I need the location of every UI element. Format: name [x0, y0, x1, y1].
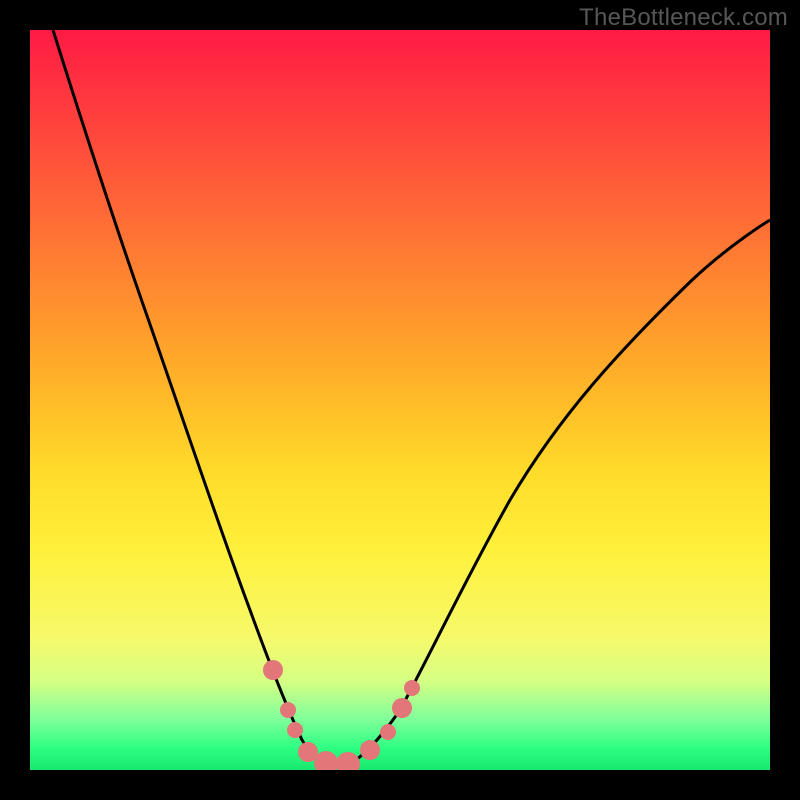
- chart-frame: TheBottleneck.com: [0, 0, 800, 800]
- plot-area: [30, 30, 770, 770]
- curve-marker: [314, 751, 338, 770]
- curve-marker: [404, 680, 420, 696]
- curve-marker: [392, 698, 412, 718]
- watermark-text: TheBottleneck.com: [579, 4, 788, 32]
- curve-marker: [263, 660, 283, 680]
- curve-marker: [336, 752, 360, 770]
- curve-marker: [287, 722, 303, 738]
- curve-marker: [360, 740, 380, 760]
- curve-marker: [380, 724, 396, 740]
- curve-marker: [280, 702, 296, 718]
- curve-layer: [30, 30, 770, 770]
- left-curve: [53, 30, 340, 767]
